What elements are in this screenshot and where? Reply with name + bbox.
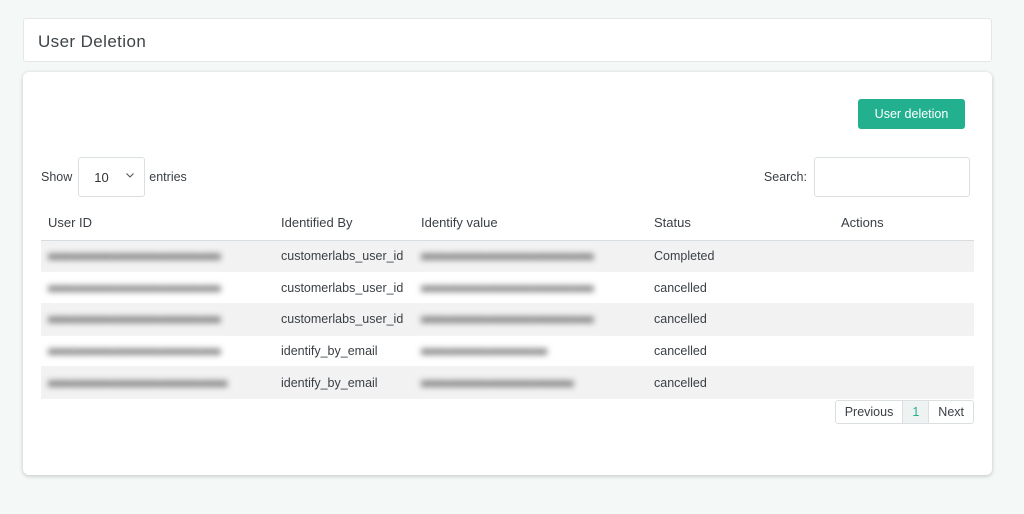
user-deletion-table: User ID Identified By Identify value Sta… bbox=[41, 205, 974, 399]
identify-value-cell: ■■■■■■■■■■■■■■■■■■■■■■■ bbox=[414, 366, 647, 399]
entries-label: entries bbox=[149, 170, 187, 184]
page-button-current[interactable]: 1 bbox=[902, 401, 930, 423]
user-id-cell: ■■■■■■■■■■■■■■■■■■■■■■■■■■ bbox=[41, 303, 274, 336]
column-header-user-id[interactable]: User ID bbox=[41, 205, 274, 241]
column-header-identified-by[interactable]: Identified By bbox=[274, 205, 414, 241]
actions-cell bbox=[834, 366, 974, 399]
user-id-cell: ■■■■■■■■■■■■■■■■■■■■■■■■■■ bbox=[41, 271, 274, 304]
status-cell: cancelled bbox=[647, 303, 834, 336]
column-header-status[interactable]: Status bbox=[647, 205, 834, 241]
identified-by-cell: customerlabs_user_id bbox=[274, 303, 414, 336]
entries-select-value: 10 bbox=[94, 169, 109, 185]
actions-cell bbox=[834, 303, 974, 336]
column-header-identify-value[interactable]: Identify value bbox=[414, 205, 647, 241]
page-header: User Deletion bbox=[23, 18, 992, 62]
chevron-down-icon bbox=[126, 173, 135, 178]
identify-value-cell: ■■■■■■■■■■■■■■■■■■■■■■■■■■ bbox=[414, 240, 647, 273]
search-label: Search: bbox=[763, 170, 807, 184]
column-header-actions[interactable]: Actions bbox=[834, 205, 974, 241]
user-deletion-button[interactable]: User deletion bbox=[858, 99, 965, 129]
table-header-row: User ID Identified By Identify value Sta… bbox=[41, 205, 974, 241]
identified-by-cell: identify_by_email bbox=[274, 335, 414, 368]
page-title: User Deletion bbox=[38, 32, 147, 51]
identify-value-cell: ■■■■■■■■■■■■■■■■■■■■■■■■■■ bbox=[414, 271, 647, 304]
table-row: ■■■■■■■■■■■■■■■■■■■■■■■■■■ identify_by_e… bbox=[41, 335, 974, 368]
user-id-cell: ■■■■■■■■■■■■■■■■■■■■■■■■■■ bbox=[41, 335, 274, 368]
identify-value-cell: ■■■■■■■■■■■■■■■■■■■■■■■■■■ bbox=[414, 303, 647, 336]
show-label: Show bbox=[41, 170, 73, 184]
status-cell: cancelled bbox=[647, 335, 834, 368]
pagination: Previous 1 Next bbox=[834, 400, 974, 424]
identify-value-cell: ■■■■■■■■■■■■■■■■■■■ bbox=[414, 335, 647, 368]
table-row: ■■■■■■■■■■■■■■■■■■■■■■■■■■ customerlabs_… bbox=[41, 303, 974, 336]
user-id-cell: ■■■■■■■■■■■■■■■■■■■■■■■■■■■ bbox=[41, 366, 274, 399]
user-id-cell: ■■■■■■■■■■■■■■■■■■■■■■■■■■ bbox=[41, 240, 274, 273]
status-cell: cancelled bbox=[647, 271, 834, 304]
actions-cell bbox=[834, 335, 974, 368]
table-row: ■■■■■■■■■■■■■■■■■■■■■■■■■■ customerlabs_… bbox=[41, 271, 974, 304]
actions-cell bbox=[834, 240, 974, 273]
entries-select[interactable]: 10 bbox=[78, 157, 146, 197]
search-input[interactable] bbox=[814, 157, 970, 197]
previous-page-button[interactable]: Previous bbox=[835, 401, 903, 423]
identified-by-cell: customerlabs_user_id bbox=[274, 240, 414, 273]
entries-length-control: Show 10 entries bbox=[41, 157, 187, 197]
table-row: ■■■■■■■■■■■■■■■■■■■■■■■■■■ customerlabs_… bbox=[41, 240, 974, 273]
search-control: Search: bbox=[764, 157, 970, 197]
table-row: ■■■■■■■■■■■■■■■■■■■■■■■■■■■ identify_by_… bbox=[41, 366, 974, 399]
actions-cell bbox=[834, 271, 974, 304]
user-deletion-card: User deletion Show 10 entries Search: Us… bbox=[23, 72, 992, 475]
identified-by-cell: customerlabs_user_id bbox=[274, 271, 414, 304]
identified-by-cell: identify_by_email bbox=[274, 366, 414, 399]
next-page-button[interactable]: Next bbox=[929, 401, 973, 423]
status-cell: Completed bbox=[647, 240, 834, 273]
status-cell: cancelled bbox=[647, 366, 834, 399]
